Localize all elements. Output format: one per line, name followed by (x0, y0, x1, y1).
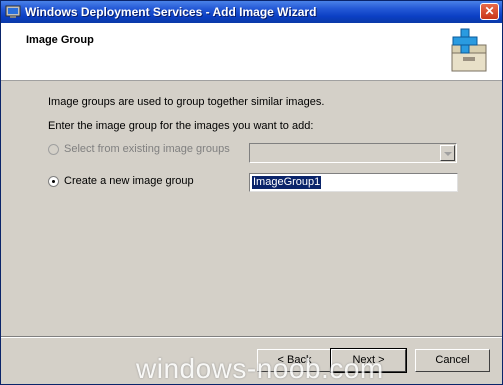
existing-group-radio[interactable] (48, 144, 59, 155)
cancel-button[interactable]: Cancel (415, 349, 490, 372)
description-text: Image groups are used to group together … (48, 96, 325, 108)
chevron-down-icon[interactable] (440, 145, 455, 161)
page-title: Image Group (26, 34, 94, 46)
title-bar[interactable]: Windows Deployment Services - Add Image … (1, 1, 502, 23)
new-group-label: Create a new image group (64, 175, 194, 187)
existing-group-label: Select from existing image groups (64, 143, 230, 155)
close-button[interactable]: ✕ (480, 3, 499, 20)
watermark: windows-noob.com (136, 353, 384, 384)
computer-icon (5, 5, 21, 18)
add-package-icon (451, 28, 487, 72)
wizard-header: Image Group (1, 23, 502, 81)
wizard-window: Windows Deployment Services - Add Image … (0, 0, 503, 385)
new-group-name-input[interactable]: ImageGroup1 (249, 173, 458, 192)
prompt-text: Enter the image group for the images you… (48, 120, 314, 132)
close-icon: ✕ (484, 4, 495, 18)
new-group-name-value: ImageGroup1 (252, 176, 322, 189)
new-group-radio[interactable] (48, 176, 59, 187)
footer-divider-highlight (1, 337, 502, 338)
existing-group-dropdown[interactable] (249, 143, 457, 163)
window-title: Windows Deployment Services - Add Image … (25, 5, 317, 19)
